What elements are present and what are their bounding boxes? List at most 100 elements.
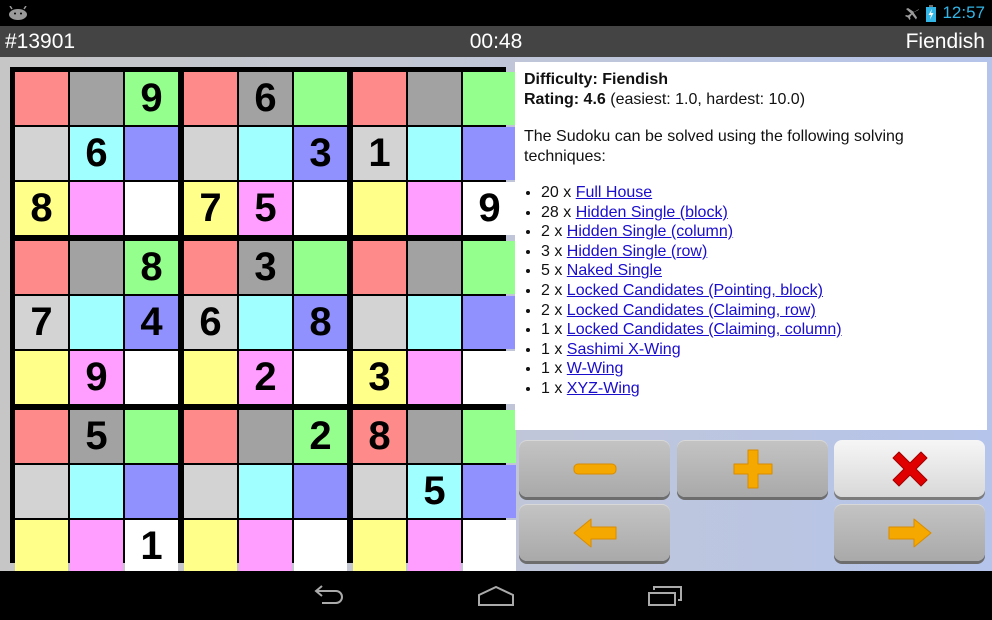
decrease-button[interactable] — [519, 440, 670, 497]
sudoku-cell[interactable] — [125, 465, 178, 518]
sudoku-cell[interactable] — [70, 241, 123, 294]
technique-link[interactable]: Locked Candidates (Claiming, column) — [567, 321, 842, 338]
technique-link[interactable]: Hidden Single (row) — [567, 243, 708, 260]
sudoku-cell[interactable] — [184, 351, 237, 404]
sudoku-cell[interactable] — [70, 296, 123, 349]
sudoku-cell[interactable]: 9 — [463, 182, 516, 235]
sudoku-cell[interactable]: 1 — [353, 127, 406, 180]
technique-link[interactable]: XYZ-Wing — [567, 380, 640, 397]
sudoku-cell[interactable] — [353, 465, 406, 518]
sudoku-cell[interactable] — [125, 182, 178, 235]
sudoku-cell[interactable] — [15, 351, 68, 404]
sudoku-cell[interactable]: 5 — [70, 410, 123, 463]
sudoku-cell[interactable] — [408, 410, 461, 463]
sudoku-cell[interactable]: 8 — [353, 410, 406, 463]
sudoku-cell[interactable]: 7 — [184, 182, 237, 235]
sudoku-cell[interactable]: 8 — [294, 296, 347, 349]
sudoku-cell[interactable] — [463, 351, 516, 404]
technique-link[interactable]: Hidden Single (column) — [567, 223, 733, 240]
back-icon[interactable] — [308, 583, 348, 609]
technique-link[interactable]: Hidden Single (block) — [576, 204, 728, 221]
increase-button[interactable] — [677, 440, 828, 497]
technique-link[interactable]: Full House — [576, 184, 652, 201]
sudoku-cell[interactable] — [408, 296, 461, 349]
technique-link[interactable]: Locked Candidates (Claiming, row) — [567, 302, 816, 319]
sudoku-cell[interactable] — [463, 465, 516, 518]
sudoku-cell[interactable]: 8 — [15, 182, 68, 235]
home-icon[interactable] — [476, 583, 516, 609]
sudoku-cell[interactable] — [353, 520, 406, 573]
sudoku-cell[interactable] — [15, 127, 68, 180]
sudoku-cell[interactable] — [70, 520, 123, 573]
sudoku-cell[interactable] — [15, 465, 68, 518]
sudoku-cell[interactable]: 6 — [70, 127, 123, 180]
sudoku-cell[interactable] — [184, 241, 237, 294]
technique-link[interactable]: Naked Single — [567, 262, 662, 279]
sudoku-cell[interactable] — [125, 127, 178, 180]
sudoku-cell[interactable] — [184, 410, 237, 463]
sudoku-cell[interactable] — [184, 127, 237, 180]
sudoku-cell[interactable] — [408, 127, 461, 180]
technique-link[interactable]: Sashimi X-Wing — [567, 341, 681, 358]
sudoku-cell[interactable] — [15, 410, 68, 463]
sudoku-cell[interactable]: 9 — [70, 351, 123, 404]
sudoku-cell[interactable]: 2 — [239, 351, 292, 404]
close-button[interactable] — [834, 440, 985, 497]
sudoku-cell[interactable] — [239, 296, 292, 349]
sudoku-cell[interactable]: 5 — [239, 182, 292, 235]
sudoku-cell[interactable] — [463, 520, 516, 573]
sudoku-cell[interactable]: 7 — [15, 296, 68, 349]
sudoku-cell[interactable] — [239, 127, 292, 180]
sudoku-cell[interactable]: 3 — [294, 127, 347, 180]
sudoku-cell[interactable] — [239, 410, 292, 463]
sudoku-cell[interactable] — [125, 410, 178, 463]
sudoku-cell[interactable] — [353, 72, 406, 125]
sudoku-cell[interactable] — [463, 296, 516, 349]
sudoku-cell[interactable] — [353, 182, 406, 235]
sudoku-cell[interactable] — [70, 465, 123, 518]
sudoku-cell[interactable] — [239, 465, 292, 518]
sudoku-cell[interactable] — [15, 241, 68, 294]
sudoku-cell[interactable] — [184, 520, 237, 573]
technique-link[interactable]: W-Wing — [567, 360, 624, 377]
sudoku-cell[interactable] — [294, 72, 347, 125]
sudoku-cell[interactable]: 3 — [353, 351, 406, 404]
sudoku-cell[interactable] — [408, 520, 461, 573]
sudoku-cell[interactable]: 6 — [239, 72, 292, 125]
sudoku-cell[interactable] — [70, 182, 123, 235]
sudoku-cell[interactable] — [184, 465, 237, 518]
sudoku-cell[interactable] — [463, 410, 516, 463]
sudoku-cell[interactable]: 4 — [125, 296, 178, 349]
technique-link[interactable]: Locked Candidates (Pointing, block) — [567, 282, 823, 299]
sudoku-cell[interactable]: 5 — [408, 465, 461, 518]
sudoku-cell[interactable] — [408, 351, 461, 404]
sudoku-cell[interactable]: 1 — [125, 520, 178, 573]
sudoku-cell[interactable]: 9 — [125, 72, 178, 125]
sudoku-cell[interactable] — [408, 72, 461, 125]
sudoku-cell[interactable] — [294, 465, 347, 518]
sudoku-cell[interactable] — [15, 520, 68, 573]
sudoku-cell[interactable] — [294, 520, 347, 573]
sudoku-cell[interactable] — [353, 241, 406, 294]
sudoku-cell[interactable] — [408, 241, 461, 294]
sudoku-cell[interactable] — [125, 351, 178, 404]
previous-button[interactable] — [519, 504, 670, 561]
sudoku-cell[interactable] — [463, 127, 516, 180]
sudoku-cell[interactable] — [408, 182, 461, 235]
sudoku-cell[interactable]: 6 — [184, 296, 237, 349]
sudoku-cell[interactable] — [463, 72, 516, 125]
sudoku-cell[interactable]: 3 — [239, 241, 292, 294]
sudoku-cell[interactable]: 8 — [125, 241, 178, 294]
sudoku-cell[interactable] — [184, 72, 237, 125]
sudoku-cell[interactable] — [294, 351, 347, 404]
sudoku-cell[interactable]: 2 — [294, 410, 347, 463]
sudoku-cell[interactable] — [70, 72, 123, 125]
sudoku-cell[interactable] — [353, 296, 406, 349]
next-button[interactable] — [834, 504, 985, 561]
sudoku-cell[interactable] — [239, 520, 292, 573]
sudoku-cell[interactable] — [15, 72, 68, 125]
sudoku-cell[interactable] — [463, 241, 516, 294]
sudoku-cell[interactable] — [294, 182, 347, 235]
recent-apps-icon[interactable] — [645, 583, 685, 609]
sudoku-cell[interactable] — [294, 241, 347, 294]
